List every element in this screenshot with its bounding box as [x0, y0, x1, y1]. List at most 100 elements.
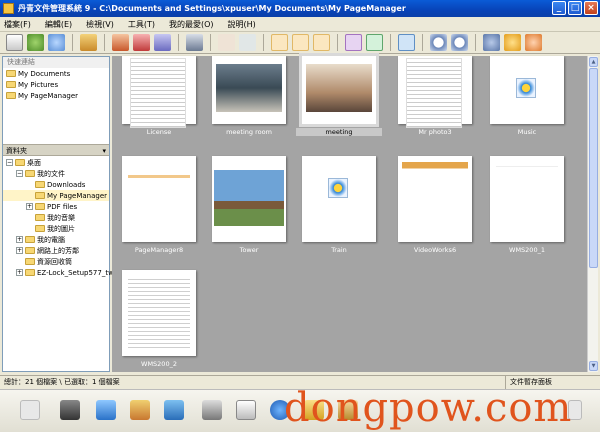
- stack-icon[interactable]: [154, 34, 171, 51]
- thumbnail-card[interactable]: License: [122, 56, 196, 136]
- folder-tree-item[interactable]: − 我的文件: [3, 168, 109, 179]
- folders-heading[interactable]: 資料夾 ▾: [3, 144, 109, 156]
- folder-icon: [15, 159, 25, 166]
- thumbnail-caption: Tower: [239, 246, 259, 254]
- menu-favorites[interactable]: 我的最愛(O): [169, 19, 214, 30]
- gear-icon[interactable]: [483, 34, 500, 51]
- thumbnail-card[interactable]: Train: [302, 156, 376, 254]
- quick-link-my-pictures[interactable]: My Pictures: [3, 79, 109, 90]
- webpage-thumbnail: [402, 162, 468, 218]
- printer-icon[interactable]: [60, 400, 80, 420]
- print-icon[interactable]: [202, 400, 222, 420]
- thumbnail-caption: WMS200_2: [141, 360, 177, 368]
- menu-tools[interactable]: 工具(T): [128, 19, 155, 30]
- thumbnail-card[interactable]: PageManager8: [122, 156, 196, 254]
- zoom-out-icon[interactable]: [430, 34, 447, 51]
- pdf-icon[interactable]: [133, 34, 150, 51]
- menu-help[interactable]: 說明(H): [228, 19, 256, 30]
- chevron-down-icon[interactable]: ▾: [102, 145, 106, 157]
- folder-icon: [25, 247, 35, 254]
- folder-tree-label: 我的音樂: [47, 213, 75, 222]
- menu-edit[interactable]: 編輯(E): [45, 19, 72, 30]
- folder-tree-label: 我的圖片: [47, 224, 75, 233]
- menu-bar: 檔案(F) 編輯(E) 檢視(V) 工具(T) 我的最愛(O) 說明(H): [0, 17, 600, 32]
- thumbnail-card[interactable]: WMS200_1: [490, 156, 564, 254]
- view-c-icon[interactable]: [313, 34, 330, 51]
- thumbnail-card[interactable]: VideoWorks6: [398, 156, 472, 254]
- folder-icon: [25, 170, 35, 177]
- settings-scan-icon[interactable]: [48, 34, 65, 51]
- folder-tree-item[interactable]: 我的音樂: [3, 212, 109, 223]
- folder-tree-item[interactable]: + EZ-Lock_Setup577_tw: [3, 267, 114, 278]
- thumbnail-card[interactable]: Music: [490, 56, 564, 136]
- preview-icon[interactable]: [398, 34, 415, 51]
- document-thumbnail: [128, 276, 190, 350]
- media-file-icon: [328, 178, 348, 198]
- vertical-scrollbar[interactable]: ▲ ▼: [587, 56, 598, 372]
- folder-tree-item[interactable]: Downloads: [3, 179, 109, 190]
- folder-tree-item[interactable]: − 桌面: [3, 157, 109, 168]
- status-text: 總計：21 個檔案 \ 已選取：1 個檔案: [4, 378, 120, 386]
- expand-icon[interactable]: +: [16, 247, 23, 254]
- product-thumbnail: [496, 160, 558, 220]
- photo-thumbnail: [214, 170, 284, 226]
- zoom-in-icon[interactable]: [451, 34, 468, 51]
- help-icon[interactable]: [525, 34, 542, 51]
- folder-tree-item[interactable]: + 網路上的芳鄰: [3, 245, 109, 256]
- folder-tree-label: 資源回收筒: [37, 257, 72, 266]
- collapse-icon[interactable]: −: [16, 170, 23, 177]
- close-button[interactable]: ×: [584, 1, 598, 15]
- folder-icon: [35, 203, 45, 210]
- maximize-button[interactable]: □: [568, 1, 582, 15]
- pencils-icon[interactable]: [130, 400, 150, 420]
- folder-tree: − 桌面 − 我的文件 Downloads My PageManager + PDF file…: [3, 157, 114, 278]
- note-icon[interactable]: [236, 400, 256, 420]
- expand-icon[interactable]: +: [16, 236, 23, 243]
- thumbnail-view-icon[interactable]: [345, 34, 362, 51]
- thumbnail-card[interactable]: Mr photo3: [398, 56, 472, 136]
- folder-tree-item[interactable]: 我的圖片: [3, 223, 109, 234]
- folder-tree-item[interactable]: 資源回收筒: [3, 256, 109, 267]
- scroll-up-arrow[interactable]: ▲: [589, 57, 598, 67]
- collapse-icon[interactable]: −: [6, 159, 13, 166]
- quick-link-my-documents[interactable]: My Documents: [3, 68, 109, 79]
- folder-tree-item[interactable]: + PDF files: [3, 201, 109, 212]
- detail-view-icon[interactable]: [366, 34, 383, 51]
- expand-icon[interactable]: +: [16, 269, 23, 276]
- folder-icon: [6, 70, 16, 77]
- folder-icon: [6, 81, 16, 88]
- toolbar: [0, 32, 600, 54]
- menu-file[interactable]: 檔案(F): [4, 19, 31, 30]
- thumbnail-card[interactable]: Tower: [212, 156, 286, 254]
- minimize-button[interactable]: _: [552, 1, 566, 15]
- scroll-down-arrow[interactable]: ▼: [589, 361, 598, 371]
- view-b-icon[interactable]: [292, 34, 309, 51]
- folder-tree-label: 網路上的芳鄰: [37, 246, 79, 255]
- folder-tree-item[interactable]: + 我的電腦: [3, 234, 109, 245]
- thumbnail-caption: WMS200_1: [509, 246, 545, 254]
- scan-icon[interactable]: [6, 34, 23, 51]
- refresh-icon[interactable]: [96, 400, 116, 420]
- menu-view[interactable]: 檢視(V): [86, 19, 114, 30]
- document-icon[interactable]: [164, 400, 184, 420]
- convert-icon[interactable]: [112, 34, 129, 51]
- window-title: 丹青文件管理系統 9 - C:\Documents and Settings\x…: [18, 4, 406, 13]
- cut-icon[interactable]: [218, 34, 235, 51]
- add-icon[interactable]: [20, 400, 40, 420]
- thumbnail-caption: License: [146, 128, 172, 136]
- update-icon[interactable]: [504, 34, 521, 51]
- folder-tree-label: 我的文件: [37, 169, 65, 178]
- thumbnail-card[interactable]: WMS200_2: [122, 270, 196, 368]
- acquire-icon[interactable]: [27, 34, 44, 51]
- scroll-thumb[interactable]: [589, 68, 598, 268]
- folder-up-icon[interactable]: [80, 34, 97, 51]
- thumbnail-card[interactable]: meeting room: [212, 56, 286, 136]
- expand-icon[interactable]: +: [26, 203, 33, 210]
- folder-tree-item[interactable]: My PageManager: [3, 190, 109, 201]
- thumbnail-card[interactable]: meeting: [296, 53, 382, 136]
- quick-link-my-pagemanager[interactable]: My PageManager: [3, 90, 109, 101]
- view-a-icon[interactable]: [271, 34, 288, 51]
- copy-icon[interactable]: [239, 34, 256, 51]
- binoculars-icon[interactable]: [186, 34, 203, 51]
- document-thumbnail: [128, 160, 190, 236]
